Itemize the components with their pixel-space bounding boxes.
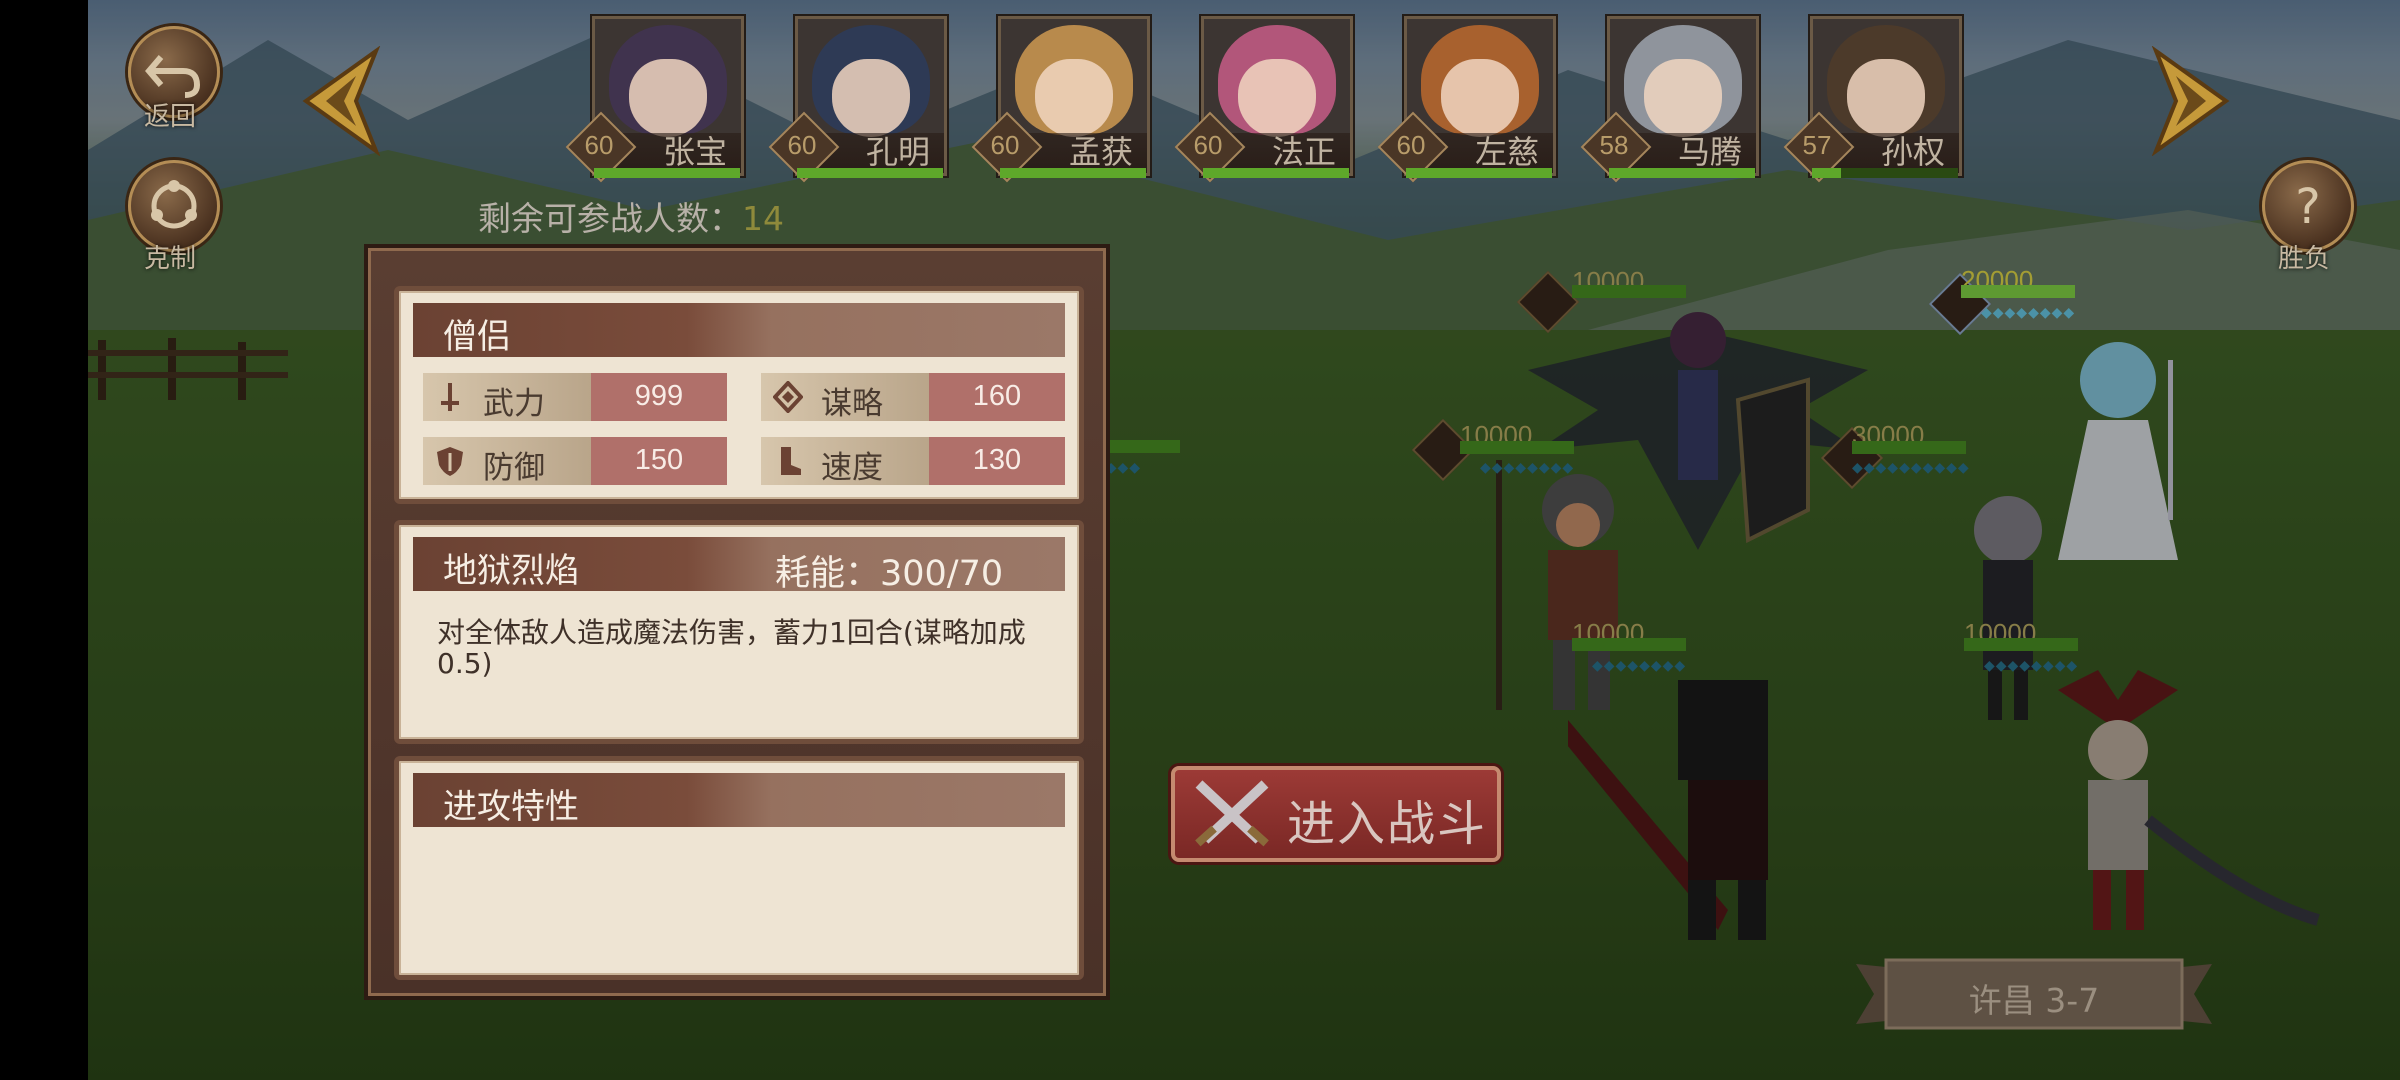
question-mark-icon: ? [2295,179,2320,235]
stat-label: 谋略 [821,386,883,422]
hero-level: 60 [990,130,1020,160]
stat-label: 防御 [483,450,545,486]
remaining-count-text: 剩余可参战人数：14 [478,199,784,238]
hero-name: 孙权 [1880,133,1945,171]
stage-banner: 许昌 3-7 [1856,954,2212,1034]
counter-label: 克制 [143,244,196,274]
stage-label: 许昌 3-7 [1968,981,2100,1020]
skill-card: 地狱烈焰 耗能：300/70 对全体敌人造成魔法伤害，蓄力1回合(谋略加成0.5… [394,520,1084,744]
class-stats-card: 僧侣 武力 999 谋略 160 防御 150 速度 130 [394,286,1084,504]
hero-level: 60 [584,130,614,160]
hero-hp-bar [594,168,740,178]
hero-face [1238,59,1316,137]
hero-level: 60 [787,130,817,160]
game-screen: 10000 20000 ◆◆◆◆◆◆◆◆ 10000 ◆◆◆◆◆◆◆◆ 3000… [0,0,2400,1080]
hero-name: 法正 [1271,133,1336,171]
boot-icon [781,447,801,475]
hero-face [629,59,707,137]
skill-description: 对全体敌人造成魔法伤害，蓄力1回合(谋略加成0.5) [437,616,1026,680]
hero-level: 58 [1599,130,1629,160]
stat-value: 130 [972,444,1022,476]
prev-heroes-arrow-icon[interactable] [296,46,386,156]
hero-face [832,59,910,137]
stat-value: 150 [634,444,684,476]
stat-label: 速度 [821,450,883,486]
hero-level: 60 [1396,130,1426,160]
rules-label: 胜负 [2277,244,2330,274]
hero-hp-bar [1203,168,1349,178]
stat-value: 999 [634,380,684,412]
svg-text:?: ? [2295,179,2320,235]
skill-name: 地狱烈焰 [443,551,579,591]
hero-name: 左慈 [1474,133,1539,171]
class-name: 僧侣 [443,317,511,357]
remaining-count: 14 [742,199,784,238]
stat-label: 武力 [483,386,545,422]
hero-hp-bar [1406,168,1552,178]
enter-battle-label: 进入战斗 [1287,796,1488,852]
hero-level: 60 [1193,130,1223,160]
back-label: 返回 [143,102,196,132]
next-heroes-arrow-icon[interactable] [2146,46,2236,156]
hero-face [1847,59,1925,137]
hero-hp-bar [797,168,943,178]
hero-name: 孟获 [1068,133,1133,171]
enter-battle-button[interactable]: 进入战斗 [1171,766,1501,862]
battlefield-scene: 10000 20000 ◆◆◆◆◆◆◆◆ 10000 ◆◆◆◆◆◆◆◆ 3000… [88,0,2400,1080]
sword-icon [441,383,459,411]
hero-hp-bar [1812,168,1958,178]
hero-hp-bar [1000,168,1146,178]
trait-header: 进攻特性 [413,773,1065,827]
hero-name: 孔明 [865,133,930,171]
skill-cost: 耗能：300/70 [775,554,1004,594]
crossed-swords-icon [1195,780,1269,847]
shield-icon [437,447,463,476]
hero-level: 57 [1802,130,1832,160]
hero-hp-bar [1609,168,1755,178]
hero-name: 张宝 [662,133,727,171]
unit-info-panel: 僧侣 武力 999 谋略 160 防御 150 速度 130 地狱烈焰 耗能：3… [364,244,1110,1000]
hero-face [1441,59,1519,137]
skill-header: 地狱烈焰 耗能：300/70 [413,537,1065,594]
trait-card: 进攻特性 [394,756,1084,980]
hero-name: 马腾 [1677,133,1742,171]
strategy-icon [773,381,803,413]
hero-face [1035,59,1113,137]
stat-value: 160 [972,380,1022,412]
class-header: 僧侣 [413,303,1065,357]
trait-title: 进攻特性 [443,787,579,827]
hero-face [1644,59,1722,137]
counter-cycle-icon [151,180,197,229]
